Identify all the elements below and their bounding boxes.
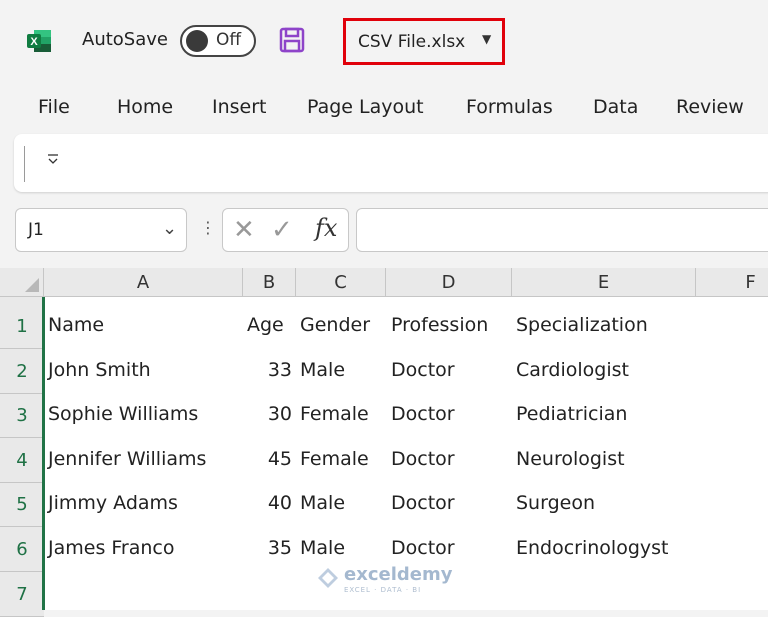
cell-e1[interactable]: Specialization bbox=[516, 314, 648, 336]
file-name: CSV File.xlsx bbox=[358, 32, 466, 52]
autosave-state: Off bbox=[216, 30, 242, 50]
toggle-knob bbox=[186, 30, 208, 52]
row-header-1[interactable]: 1 bbox=[0, 304, 44, 349]
enter-icon[interactable]: ✓ bbox=[271, 215, 293, 245]
excel-logo-icon: X bbox=[26, 28, 52, 54]
cancel-icon[interactable]: ✕ bbox=[233, 215, 255, 245]
exceldemy-logo-icon bbox=[318, 568, 338, 588]
column-header-d[interactable]: D bbox=[386, 268, 512, 297]
svg-text:X: X bbox=[30, 36, 38, 48]
cell-b5[interactable]: 40 bbox=[243, 492, 292, 514]
cell-d6[interactable]: Doctor bbox=[391, 537, 455, 559]
cell-c6[interactable]: Male bbox=[300, 537, 345, 559]
cell-d4[interactable]: Doctor bbox=[391, 448, 455, 470]
chevron-down-icon: ⌄ bbox=[162, 218, 178, 239]
watermark-name: exceldemy bbox=[344, 564, 453, 585]
row-header-5[interactable]: 5 bbox=[0, 483, 44, 527]
file-name-dropdown[interactable]: CSV File.xlsx ▼ bbox=[343, 18, 505, 65]
tab-review[interactable]: Review bbox=[676, 96, 744, 118]
name-box[interactable]: J1 ⌄ bbox=[15, 208, 187, 252]
cell-a5[interactable]: Jimmy Adams bbox=[48, 492, 178, 514]
cell-d5[interactable]: Doctor bbox=[391, 492, 455, 514]
cell-e4[interactable]: Neurologist bbox=[516, 448, 625, 470]
more-options-icon[interactable]: ⋮ bbox=[200, 220, 216, 236]
watermark-tagline: EXCEL · DATA · BI bbox=[344, 586, 422, 594]
cell-a6[interactable]: James Franco bbox=[48, 537, 175, 559]
cell-c5[interactable]: Male bbox=[300, 492, 345, 514]
tab-page-layout[interactable]: Page Layout bbox=[307, 96, 424, 118]
ribbon bbox=[14, 134, 768, 192]
cell-a1[interactable]: Name bbox=[48, 314, 104, 336]
name-box-value: J1 bbox=[28, 220, 44, 240]
cell-d1[interactable]: Profession bbox=[391, 314, 488, 336]
cell-b6[interactable]: 35 bbox=[243, 537, 292, 559]
column-header-f[interactable]: F bbox=[696, 268, 768, 297]
row-header-3[interactable]: 3 bbox=[0, 394, 44, 438]
cell-b1[interactable]: Age bbox=[247, 314, 284, 336]
cell-d2[interactable]: Doctor bbox=[391, 359, 455, 381]
exceldemy-watermark: exceldemy EXCEL · DATA · BI bbox=[312, 562, 462, 598]
formula-actions: ✕ ✓ fx bbox=[222, 208, 349, 252]
save-icon[interactable] bbox=[278, 26, 306, 54]
cell-b3[interactable]: 30 bbox=[243, 403, 292, 425]
column-header-e[interactable]: E bbox=[512, 268, 696, 297]
cell-e6[interactable]: Endocrinologyst bbox=[516, 537, 669, 559]
row-header-2[interactable]: 2 bbox=[0, 349, 44, 394]
active-row-indicator bbox=[42, 297, 45, 610]
tab-home[interactable]: Home bbox=[117, 96, 173, 118]
row-header-spacer bbox=[0, 297, 44, 304]
cell-c1[interactable]: Gender bbox=[300, 314, 370, 336]
cell-e3[interactable]: Pediatrician bbox=[516, 403, 627, 425]
cell-b4[interactable]: 45 bbox=[243, 448, 292, 470]
cell-c4[interactable]: Female bbox=[300, 448, 369, 470]
select-all-button[interactable] bbox=[0, 268, 44, 297]
cell-c2[interactable]: Male bbox=[300, 359, 345, 381]
tab-formulas[interactable]: Formulas bbox=[466, 96, 553, 118]
autosave-toggle[interactable]: Off bbox=[180, 25, 256, 57]
row-header-6[interactable]: 6 bbox=[0, 527, 44, 572]
tab-insert[interactable]: Insert bbox=[212, 96, 267, 118]
formula-input[interactable] bbox=[356, 208, 768, 252]
tab-data[interactable]: Data bbox=[593, 96, 638, 118]
cell-e2[interactable]: Cardiologist bbox=[516, 359, 629, 381]
autosave-label: AutoSave bbox=[82, 29, 168, 50]
cell-d3[interactable]: Doctor bbox=[391, 403, 455, 425]
select-all-triangle-icon bbox=[25, 278, 39, 292]
column-header-a[interactable]: A bbox=[44, 268, 243, 297]
cell-a2[interactable]: John Smith bbox=[48, 359, 151, 381]
cell-b2[interactable]: 33 bbox=[243, 359, 292, 381]
chevron-down-icon: ▼ bbox=[482, 32, 492, 46]
row-header-7[interactable]: 7 bbox=[0, 572, 44, 617]
column-header-c[interactable]: C bbox=[296, 268, 386, 297]
cell-a3[interactable]: Sophie Williams bbox=[48, 403, 198, 425]
column-header-b[interactable]: B bbox=[243, 268, 296, 297]
cell-e5[interactable]: Surgeon bbox=[516, 492, 595, 514]
insert-function-icon[interactable]: fx bbox=[315, 214, 337, 242]
ribbon-divider bbox=[24, 146, 25, 182]
ribbon-expand-icon[interactable] bbox=[46, 152, 60, 170]
cell-c3[interactable]: Female bbox=[300, 403, 369, 425]
row-header-4[interactable]: 4 bbox=[0, 438, 44, 483]
cell-a4[interactable]: Jennifer Williams bbox=[48, 448, 206, 470]
tab-file[interactable]: File bbox=[38, 96, 70, 118]
